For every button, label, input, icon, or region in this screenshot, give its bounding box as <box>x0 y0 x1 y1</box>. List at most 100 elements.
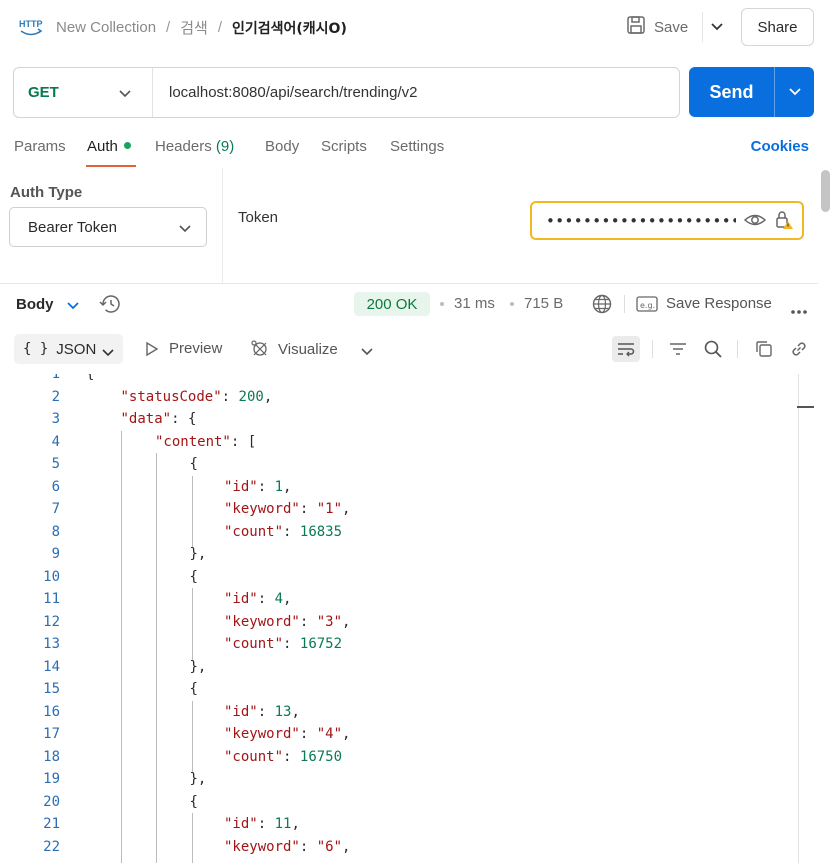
copy-icon[interactable] <box>750 336 778 362</box>
example-icon: e.g. <box>636 295 658 316</box>
breadcrumb: New Collection / 검색 / 인기검색어(캐시O) <box>56 17 347 38</box>
auth-divider <box>222 168 223 283</box>
preview-label: Preview <box>169 340 223 357</box>
tab-auth-label: Auth <box>87 138 118 155</box>
preview-button[interactable]: Preview <box>144 340 222 357</box>
code-line: 18 "count": 16750 <box>0 746 790 769</box>
indent-guide <box>192 475 193 547</box>
wrap-lines-icon[interactable] <box>612 336 640 362</box>
token-masked-value: •••••••••••••••••••••••• <box>546 211 736 230</box>
auth-type-select[interactable]: Bearer Token <box>9 207 207 247</box>
request-title[interactable]: 인기검색어(캐시O) <box>232 18 347 38</box>
code-text: "statusCode": 200, <box>120 388 273 405</box>
response-body-label[interactable]: Body <box>16 296 54 313</box>
line-number: 6 <box>51 478 60 495</box>
chevron-down-icon <box>101 345 115 362</box>
editor-scroll-marker <box>797 406 814 408</box>
tab-settings[interactable]: Settings <box>390 138 444 155</box>
editor-scrollbar[interactable] <box>798 374 799 863</box>
send-label: Send <box>709 81 754 102</box>
save-options-dropdown[interactable] <box>702 12 730 42</box>
chevron-down-icon[interactable] <box>360 344 374 360</box>
breadcrumb-folder[interactable]: 검색 <box>180 17 208 38</box>
chevron-down-icon <box>788 88 801 96</box>
line-number: 1 <box>51 374 60 382</box>
code-text: "id": 11, <box>224 816 300 832</box>
send-options-dropdown[interactable] <box>774 67 814 117</box>
search-icon[interactable] <box>699 336 727 362</box>
method-select[interactable]: GET <box>14 68 153 117</box>
eye-icon[interactable] <box>743 211 767 232</box>
format-select[interactable]: { } JSON <box>14 334 123 364</box>
code-line: 22 "keyword": "6", <box>0 836 790 859</box>
indent-guide <box>121 430 122 863</box>
line-number: 18 <box>43 748 60 765</box>
share-button[interactable]: Share <box>741 8 814 46</box>
svg-text:HTTP: HTTP <box>19 19 43 29</box>
page-scrollbar[interactable] <box>821 170 830 212</box>
line-number: 12 <box>43 613 60 630</box>
url-input[interactable] <box>169 84 669 101</box>
tab-headers[interactable]: Headers (9) <box>155 138 234 155</box>
tab-scripts[interactable]: Scripts <box>321 138 367 155</box>
link-icon[interactable] <box>785 336 813 362</box>
history-icon[interactable] <box>99 294 121 317</box>
line-number: 20 <box>43 793 60 810</box>
chevron-down-icon <box>710 19 724 35</box>
tab-body[interactable]: Body <box>265 138 299 155</box>
more-options-icon[interactable] <box>790 302 808 318</box>
code-text: "keyword": "1", <box>224 501 351 517</box>
code-line: 1{ <box>0 374 790 386</box>
chevron-down-icon <box>178 221 192 238</box>
code-text: { <box>189 568 198 585</box>
indent-guide <box>192 700 193 772</box>
braces-icon: { } <box>23 341 49 357</box>
code-text: "keyword": "3", <box>224 613 351 630</box>
line-number: 14 <box>43 658 60 675</box>
code-line: 6 "id": 1, <box>0 476 790 499</box>
active-tab-indicator <box>86 165 136 167</box>
code-text: "keyword": "4", <box>224 726 351 742</box>
line-number: 22 <box>43 838 60 855</box>
code-text: { <box>86 374 95 382</box>
toolbar-divider <box>737 340 738 358</box>
line-number: 8 <box>51 523 60 540</box>
visualize-button[interactable]: Visualize <box>250 339 338 359</box>
filter-icon[interactable] <box>664 336 692 362</box>
code-line: 5{ <box>0 453 790 476</box>
play-icon <box>146 341 159 356</box>
chevron-down-icon[interactable] <box>66 298 80 314</box>
method-label: GET <box>28 84 59 101</box>
line-number: 21 <box>43 816 60 832</box>
save-response-button[interactable]: Save Response <box>666 295 772 312</box>
indent-guide <box>192 813 193 863</box>
line-number: 2 <box>51 388 60 405</box>
token-input[interactable]: •••••••••••••••••••••••• <box>530 201 804 240</box>
code-line: 21 "id": 11, <box>0 813 790 836</box>
status-badge[interactable]: 200 OK <box>354 292 430 316</box>
tab-params[interactable]: Params <box>14 138 66 155</box>
separator-dot <box>440 302 444 306</box>
code-line: 9}, <box>0 543 790 566</box>
code-line: 7 "keyword": "1", <box>0 498 790 521</box>
response-body-editor[interactable]: 1{2 "statusCode": 200, 3 "data": {4 "content… <box>0 374 818 863</box>
cookies-link[interactable]: Cookies <box>751 138 809 155</box>
lock-warning-icon[interactable] <box>774 210 794 233</box>
code-line: 2 "statusCode": 200, <box>0 386 790 409</box>
code-line: 11 "id": 4, <box>0 588 790 611</box>
breadcrumb-separator: / <box>217 19 222 36</box>
breadcrumb-collection[interactable]: New Collection <box>56 19 156 36</box>
tab-auth[interactable]: Auth <box>87 138 131 155</box>
line-number: 7 <box>51 501 60 517</box>
line-number: 15 <box>43 681 60 697</box>
line-number: 4 <box>51 433 60 450</box>
response-format-toolbar: { } JSON Preview Visualize <box>0 330 818 368</box>
response-size[interactable]: 715 B <box>524 295 563 312</box>
code-text: { <box>189 456 198 472</box>
request-header: HTTP New Collection / 검색 / 인기검색어(캐시O) Sa… <box>0 0 839 56</box>
globe-icon[interactable] <box>592 294 612 317</box>
response-time[interactable]: 31 ms <box>454 295 495 312</box>
format-label: JSON <box>56 340 97 358</box>
send-button[interactable]: Send <box>689 67 814 117</box>
save-button[interactable]: Save <box>626 12 688 42</box>
